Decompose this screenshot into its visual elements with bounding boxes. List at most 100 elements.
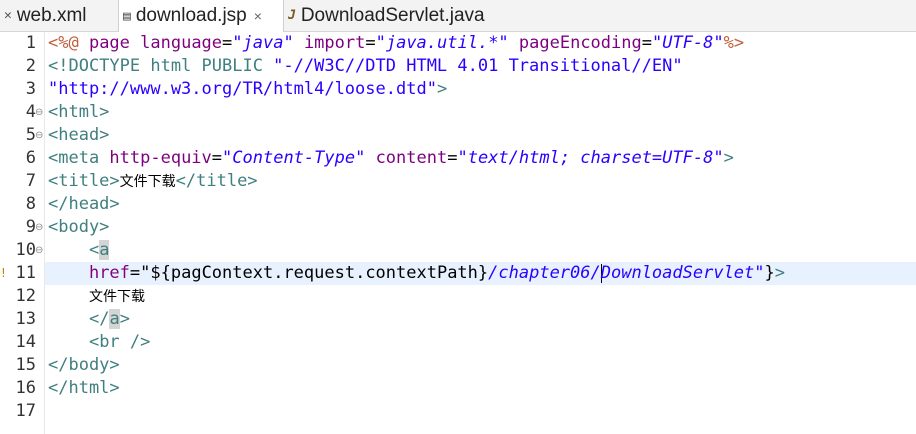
token: = xyxy=(641,33,652,53)
token: 文件下载 xyxy=(88,289,145,305)
code-line-9: <body> xyxy=(48,216,109,239)
token: href xyxy=(88,263,130,283)
code-line-3: "http://www.w3.org/TR/html4/loose.dtd"> xyxy=(48,78,447,101)
token: = xyxy=(129,263,141,283)
token: </html> xyxy=(48,378,120,398)
token: > xyxy=(774,263,786,283)
line-number: 3 xyxy=(25,79,36,99)
jsp-file-icon: ▤ xyxy=(123,8,131,24)
token: <!DOCTYPE html PUBLIC xyxy=(48,56,274,76)
token: "http://www.w3.org/TR/html4/loose.dtd" xyxy=(48,79,437,99)
code-line-6: <meta http-equiv="Content-Type" content=… xyxy=(48,147,734,170)
token: /chapter06/ xyxy=(488,263,601,283)
token: page xyxy=(88,33,141,53)
token: </ xyxy=(88,309,110,329)
code-line-2: <!DOCTYPE html PUBLIC "-//W3C//DTD HTML … xyxy=(48,55,683,78)
token: = xyxy=(211,148,223,168)
line-number: 15 xyxy=(15,355,36,375)
token: language xyxy=(140,33,223,53)
token: <%@ xyxy=(48,33,89,53)
code-line-4: <html> xyxy=(48,101,109,124)
line-number: 6 xyxy=(25,148,36,168)
fold-collapse-icon[interactable]: ⊖ xyxy=(35,216,44,239)
token: <br /> xyxy=(88,332,151,352)
code-line-10: <a xyxy=(48,239,110,262)
line-number: 12 xyxy=(15,286,36,306)
line-number: 16 xyxy=(15,378,36,398)
fold-collapse-icon[interactable]: ⊖ xyxy=(35,239,44,262)
line-number: 5 xyxy=(25,125,36,145)
token: = xyxy=(365,33,376,53)
token: %> xyxy=(723,33,745,53)
line-number-gutter: 1 2 3 4 ⊖ 5 ⊖ 6 7 8 9 ⊖ 10 ⊖ ! 11 12 13 … xyxy=(0,32,44,434)
token: > xyxy=(119,309,130,329)
token: <meta xyxy=(48,148,110,168)
editor-tab-bar: ✕ web.xml ▤ download.jsp × J DownloadSer… xyxy=(0,0,916,32)
token: "UTF-8" xyxy=(651,33,724,53)
token: a xyxy=(109,309,120,329)
code-line-16: </html> xyxy=(48,377,120,400)
token: <body> xyxy=(48,217,110,237)
fold-collapse-icon[interactable]: ⊖ xyxy=(35,101,44,124)
code-area[interactable]: <%@ page language="java" import="java.ut… xyxy=(44,32,916,434)
token: </title> xyxy=(175,171,258,191)
code-line-8: </head> xyxy=(48,193,120,216)
code-editor[interactable]: 1 2 3 4 ⊖ 5 ⊖ 6 7 8 9 ⊖ 10 ⊖ ! 11 12 13 … xyxy=(0,32,916,434)
java-file-icon: J xyxy=(288,8,296,23)
token: DownloadServlet" xyxy=(600,263,765,283)
token: > xyxy=(436,79,448,99)
code-line-15: </body> xyxy=(48,354,120,377)
code-line-5: <head> xyxy=(48,124,109,147)
line-number: 10 xyxy=(15,240,36,260)
token: } xyxy=(764,263,775,283)
tab-label: download.jsp xyxy=(135,5,247,26)
tab-download-jsp[interactable]: ▤ download.jsp × xyxy=(118,0,284,32)
line-number: 7 xyxy=(25,171,36,191)
code-line-12: 文件下载 xyxy=(48,285,145,308)
token: "java" xyxy=(232,33,304,53)
token: "java.util.*" xyxy=(375,33,519,53)
tab-downloadservlet-java[interactable]: J DownloadServlet.java xyxy=(288,0,508,31)
token: = xyxy=(222,33,233,53)
line-number: 8 xyxy=(25,194,36,214)
code-line-13: </a> xyxy=(48,308,130,331)
token: "text/html; charset=UTF-8" xyxy=(457,148,724,168)
tab-label: web.xml xyxy=(16,4,87,26)
token: </head> xyxy=(48,194,120,214)
token: a xyxy=(99,240,110,260)
token: pageEncoding xyxy=(518,33,642,53)
line-number: 14 xyxy=(15,332,36,352)
fold-collapse-icon[interactable]: ⊖ xyxy=(35,124,44,147)
token: <title> xyxy=(48,171,120,191)
token: "Content-Type" xyxy=(222,148,376,168)
token: "${pagContext.request.contextPath} xyxy=(140,263,489,283)
close-icon[interactable]: × xyxy=(254,8,262,24)
line-number: 1 xyxy=(25,33,36,53)
line-number: 17 xyxy=(15,401,36,421)
token: = xyxy=(447,148,458,168)
token: > xyxy=(723,148,734,168)
token: "-//W3C//DTD HTML 4.01 Transitional//EN" xyxy=(273,56,683,76)
line-number: 13 xyxy=(15,309,36,329)
token: <html> xyxy=(48,102,110,122)
code-line-14: <br /> xyxy=(48,331,150,354)
tab-web-xml[interactable]: ✕ web.xml xyxy=(4,0,116,31)
token: 文件下载 xyxy=(119,174,176,190)
token: import xyxy=(303,33,366,53)
token: content xyxy=(375,148,448,168)
xml-file-icon: ✕ xyxy=(4,8,12,23)
code-line-11: href="${pagContext.request.contextPath}/… xyxy=(48,262,785,285)
code-line-1: <%@ page language="java" import="java.ut… xyxy=(48,32,744,55)
token: http-equiv xyxy=(109,148,212,168)
line-number: 11 xyxy=(15,263,36,283)
token: </body> xyxy=(48,355,120,375)
token: <head> xyxy=(48,125,110,145)
line-number: 4 xyxy=(25,102,36,122)
token: < xyxy=(88,240,100,260)
code-line-7: <title>文件下载</title> xyxy=(48,170,258,193)
